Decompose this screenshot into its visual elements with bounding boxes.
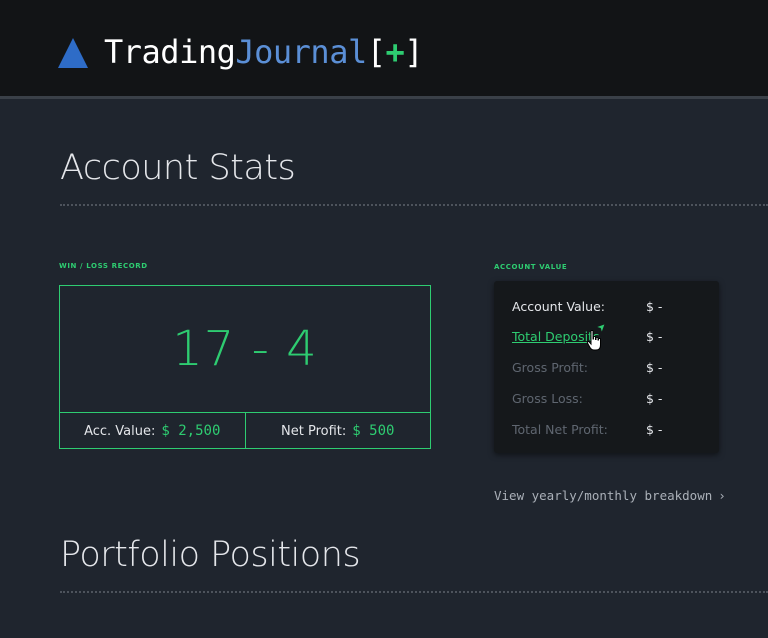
gross-profit-row: Gross Profit: $ - [512,360,719,380]
account-stats-title: Account Stats [60,148,296,188]
total-net-profit-value: $ - [646,422,663,437]
logo-triangle-icon [58,38,88,68]
logo-text-journal: Journal [235,33,367,71]
win-loss-card: 17 - 4 Acc. Value: $ 2,500 Net Profit: $… [59,285,431,449]
win-loss-record: 17 - 4 [172,321,318,377]
logo-text-trading: Trading [104,33,236,71]
gross-loss-value: $ - [646,391,663,406]
total-net-profit-row: Total Net Profit: $ - [512,422,719,442]
app-logo[interactable]: TradingJournal[+] [104,32,424,72]
section-divider [60,591,768,593]
net-profit-value: $ 500 [352,423,395,439]
logo-plus: + [385,33,405,71]
chevron-right-icon: › [718,488,726,503]
win-loss-label: WIN / LOSS RECORD [59,262,148,270]
portfolio-positions-title: Portfolio Positions [60,535,361,575]
total-net-profit-label: Total Net Profit: [512,422,608,437]
hand-cursor-icon [586,329,604,356]
view-breakdown-label: View yearly/monthly breakdown [494,488,713,503]
gross-profit-value: $ - [646,360,663,375]
total-deposits-value: $ - [646,329,663,344]
account-value-card: Account Value: $ - Total Deposits $ - Gr… [494,281,719,453]
account-value-label: ACCOUNT VALUE [494,263,568,271]
acc-value: $ 2,500 [161,423,221,439]
app-header: TradingJournal[+] [0,0,768,99]
gross-loss-row: Gross Loss: $ - [512,391,719,411]
acc-value-cell: Acc. Value: $ 2,500 [60,413,245,449]
net-profit-label: Net Profit: [281,423,347,439]
logo-bracket-close: ] [404,33,424,71]
account-value-row-label: Account Value: [512,299,605,314]
acc-value-label: Acc. Value: [84,423,156,439]
total-deposits-row: Total Deposits $ - [512,329,719,349]
net-profit-cell: Net Profit: $ 500 [244,413,431,449]
win-loss-summary: Acc. Value: $ 2,500 Net Profit: $ 500 [60,412,430,449]
account-value-row: Account Value: $ - [512,299,719,319]
view-breakdown-link[interactable]: View yearly/monthly breakdown › [494,488,726,503]
section-divider [60,204,768,206]
account-value-row-value: $ - [646,299,663,314]
gross-loss-label: Gross Loss: [512,391,583,406]
logo-bracket-open: [ [366,33,386,71]
gross-profit-label: Gross Profit: [512,360,589,375]
